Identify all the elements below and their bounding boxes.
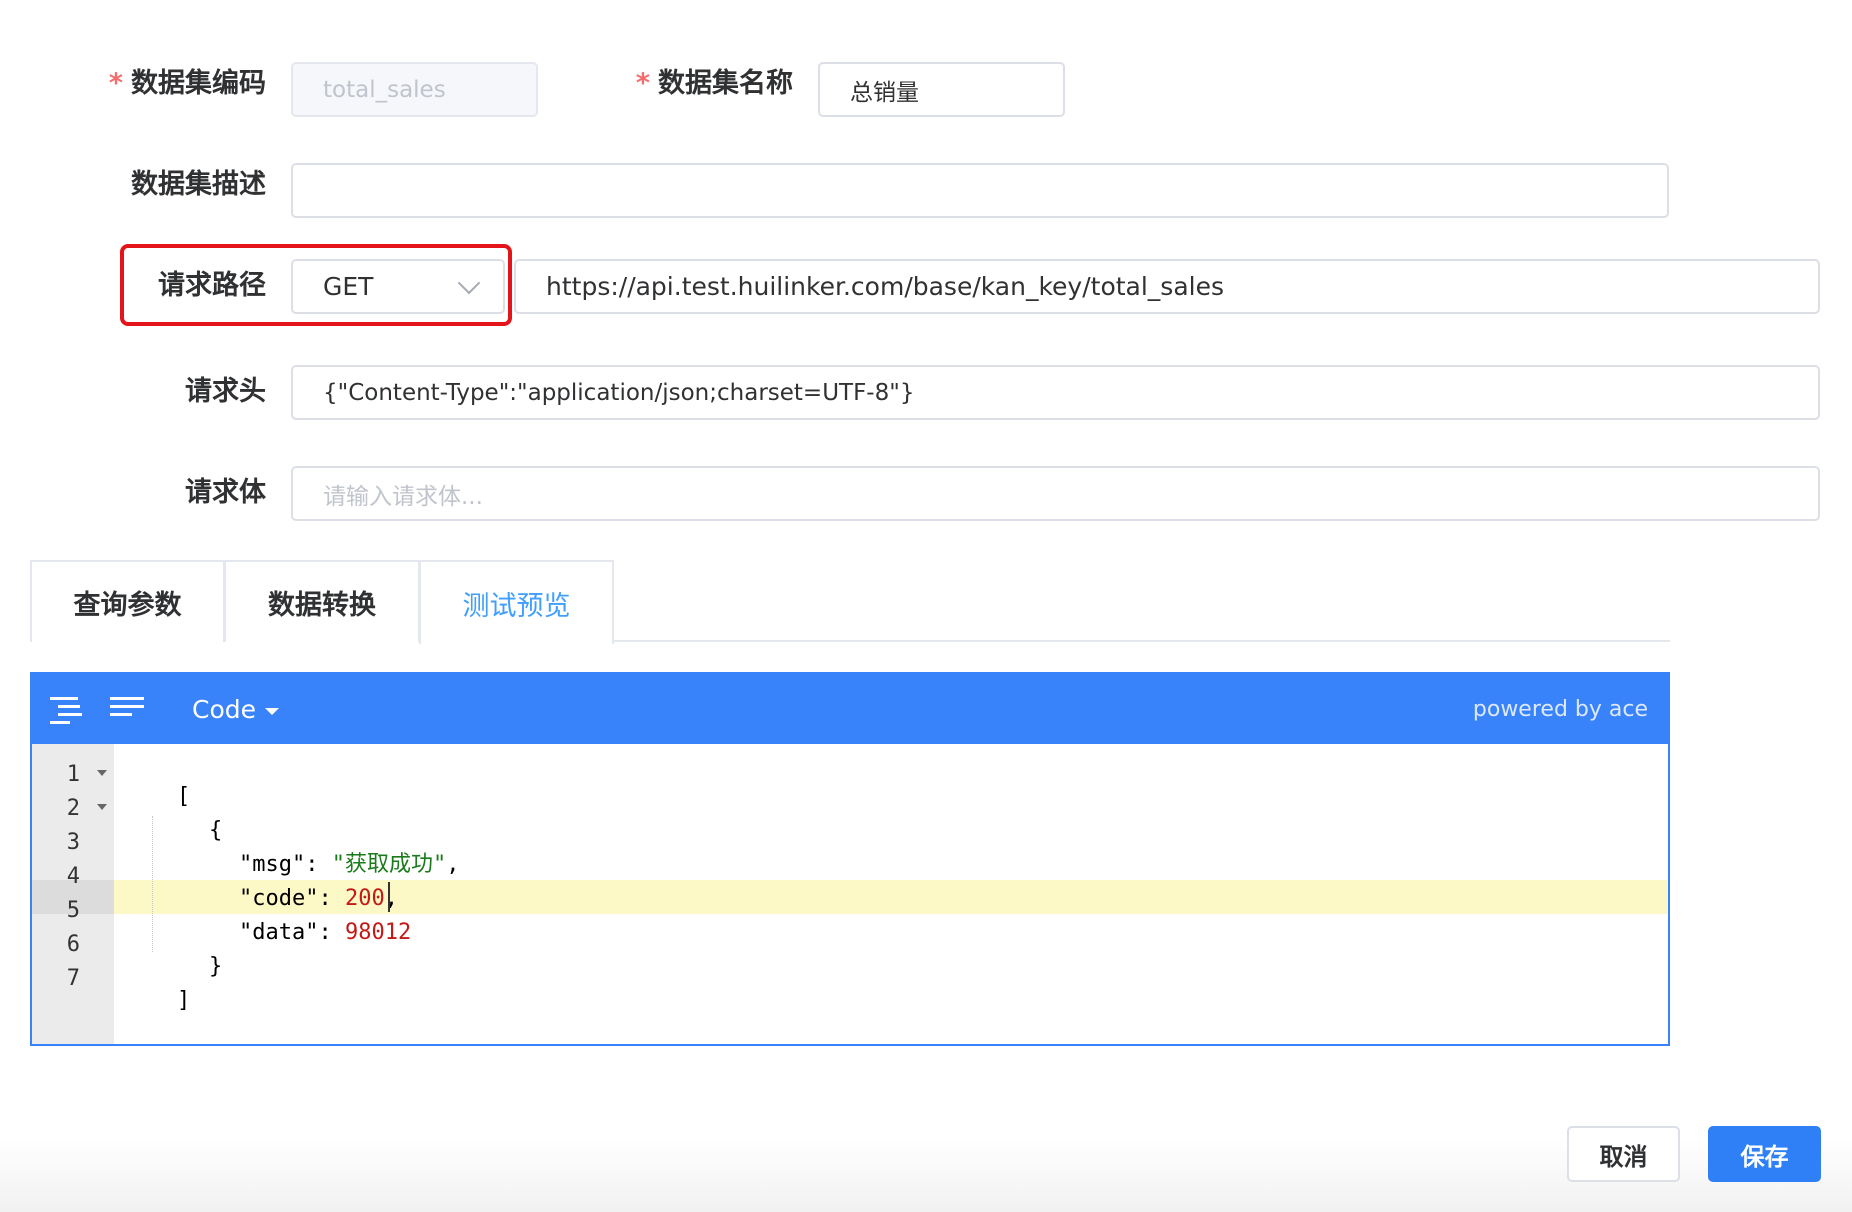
line-number: 1 [66, 762, 80, 787]
dataset-name-label: * 数据集名称 [600, 70, 793, 97]
request-url-input[interactable]: https://api.test.huilinker.com/base/kan_… [514, 259, 1820, 314]
fold-arrow-icon[interactable] [97, 770, 107, 776]
dataset-description-label: 数据集描述 [131, 169, 266, 200]
line-number: 3 [66, 830, 80, 855]
dataset-code-label: * 数据集编码 [80, 70, 266, 97]
request-method-value: GET [323, 272, 374, 301]
tab-query-params[interactable]: 查询参数 [30, 560, 225, 642]
dataset-description-input[interactable] [291, 163, 1669, 218]
request-header-label: 请求头 [185, 376, 266, 407]
line-number: 7 [66, 966, 80, 991]
json-editor[interactable]: Code powered by ace 1 2 3 4 5 6 7 [ { "m… [30, 672, 1670, 1046]
dataset-code-input[interactable]: total_sales [291, 62, 538, 117]
request-header-value: {"Content-Type":"application/json;charse… [323, 379, 915, 406]
dataset-name-value: 总销量 [850, 79, 919, 106]
indent-guide [152, 816, 153, 952]
line-number: 4 [66, 864, 80, 889]
dataset-code-label-text: 数据集编码 [131, 68, 266, 99]
request-body-placeholder: 请输入请求体... [323, 483, 483, 510]
dataset-name-input[interactable]: 总销量 [818, 62, 1065, 117]
dataset-name-label-text: 数据集名称 [658, 68, 793, 99]
request-path-label: 请求路径 [158, 270, 266, 301]
request-method-select[interactable]: GET [291, 259, 505, 314]
compact-icon[interactable] [110, 694, 146, 724]
format-icon[interactable] [50, 694, 84, 724]
dataset-code-value: total_sales [323, 76, 446, 103]
editor-toolbar: Code powered by ace [32, 674, 1668, 744]
request-url-value: https://api.test.huilinker.com/base/kan_… [546, 272, 1225, 301]
cancel-button[interactable]: 取消 [1567, 1126, 1680, 1182]
request-header-input[interactable]: {"Content-Type":"application/json;charse… [291, 365, 1820, 420]
caret-down-icon [265, 707, 280, 715]
required-mark: * [635, 68, 650, 99]
line-number: 5 [66, 898, 80, 923]
line-number: 6 [66, 932, 80, 957]
request-body-input[interactable]: 请输入请求体... [291, 466, 1820, 521]
chevron-down-icon [457, 271, 481, 294]
tab-test-preview[interactable]: 测试预览 [419, 560, 614, 644]
code-line: ] [176, 988, 191, 1013]
tab-data-transform[interactable]: 数据转换 [224, 560, 420, 642]
powered-by-label: powered by ace [1472, 697, 1648, 722]
mode-menu-label: Code [192, 694, 257, 724]
fold-arrow-icon[interactable] [97, 804, 107, 810]
text-cursor [388, 882, 390, 912]
save-button[interactable]: 保存 [1708, 1126, 1821, 1182]
required-mark: * [108, 68, 123, 99]
mode-menu[interactable]: Code [192, 692, 280, 726]
request-body-label: 请求体 [185, 477, 266, 508]
line-number: 2 [66, 796, 80, 821]
